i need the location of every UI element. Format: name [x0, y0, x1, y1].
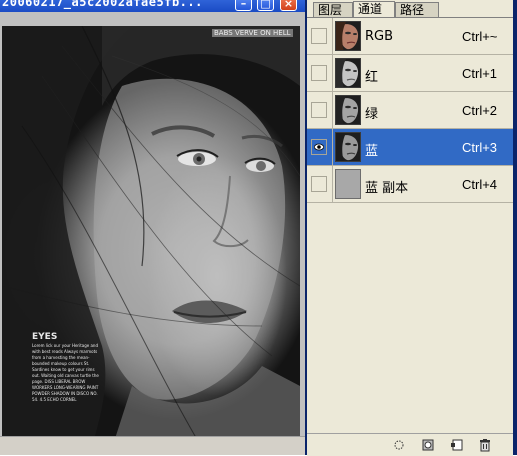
channel-thumbnail [335, 95, 361, 125]
magazine-masthead: BABS VERVE ON HELL [212, 29, 293, 37]
channel-name: RGB [365, 29, 394, 44]
channel-row-blue[interactable]: 蓝 Ctrl+3 [307, 129, 513, 166]
caption-heading: EYES [32, 332, 58, 342]
row-divider [332, 18, 333, 55]
portrait-image: BABS VERVE ON HELL EYES Lorem lick our y… [2, 26, 300, 448]
channel-name: 蓝 [365, 144, 379, 159]
row-divider [332, 166, 333, 203]
visibility-toggle[interactable] [311, 139, 327, 155]
channel-row-red[interactable]: 红 Ctrl+1 [307, 55, 513, 92]
channels-panel: 图层 通道 路径 RGB Ctrl+~ 红 Ctrl+1 绿 Ctrl+2 蓝 … [305, 0, 517, 456]
save-selection-icon[interactable] [421, 437, 435, 451]
channel-thumbnail [335, 169, 361, 199]
channel-shortcut: Ctrl+1 [462, 66, 498, 81]
channel-thumbnail [335, 132, 361, 162]
document-title: 20060217_a5c2002afae5fb... [2, 0, 203, 9]
maximize-icon: □ [260, 0, 271, 10]
channel-thumbnail [335, 58, 361, 88]
caption-body: Lorem lick our your Heritage and with be… [32, 343, 99, 402]
maximize-button[interactable]: □ [257, 0, 274, 11]
channel-name: 红 [365, 70, 379, 85]
horizontal-scrollbar[interactable] [0, 436, 305, 455]
document-window: 20060217_a5c2002afae5fb... – □ × BABS VE… [0, 0, 305, 455]
visibility-toggle[interactable] [311, 102, 327, 118]
row-divider [332, 92, 333, 129]
visibility-toggle[interactable] [311, 176, 327, 192]
channel-shortcut: Ctrl+~ [462, 29, 498, 44]
row-divider [332, 129, 333, 166]
channel-shortcut: Ctrl+3 [462, 140, 498, 155]
minimize-icon: – [240, 0, 247, 10]
minimize-button[interactable]: – [235, 0, 252, 11]
channel-row-green[interactable]: 绿 Ctrl+2 [307, 92, 513, 129]
close-button[interactable]: × [280, 0, 297, 11]
document-canvas[interactable]: BABS VERVE ON HELL EYES Lorem lick our y… [0, 12, 305, 455]
channel-thumbnail [335, 21, 361, 51]
panel-footer [307, 433, 513, 456]
tab-channels[interactable]: 通道 [353, 1, 395, 17]
channel-name: 绿 [365, 107, 379, 122]
eye-icon [314, 143, 324, 151]
load-selection-icon[interactable] [392, 437, 406, 451]
tab-layers[interactable]: 图层 [313, 2, 353, 17]
channel-shortcut: Ctrl+4 [462, 177, 498, 192]
channel-name: 蓝 副本 [365, 181, 409, 196]
visibility-toggle[interactable] [311, 28, 327, 44]
visibility-toggle[interactable] [311, 65, 327, 81]
document-titlebar[interactable]: 20060217_a5c2002afae5fb... – □ × [0, 0, 305, 12]
channel-shortcut: Ctrl+2 [462, 103, 498, 118]
delete-channel-icon[interactable] [478, 437, 492, 452]
panel-tab-strip: 图层 通道 路径 [307, 0, 513, 18]
row-divider [332, 55, 333, 92]
magazine-caption: EYES Lorem lick our your Heritage and wi… [32, 332, 102, 403]
channel-row-blue-copy[interactable]: 蓝 副本 Ctrl+4 [307, 166, 513, 203]
tab-paths[interactable]: 路径 [395, 2, 439, 17]
close-icon: × [283, 0, 294, 10]
new-channel-icon[interactable] [450, 437, 464, 451]
channel-row-rgb[interactable]: RGB Ctrl+~ [307, 18, 513, 55]
